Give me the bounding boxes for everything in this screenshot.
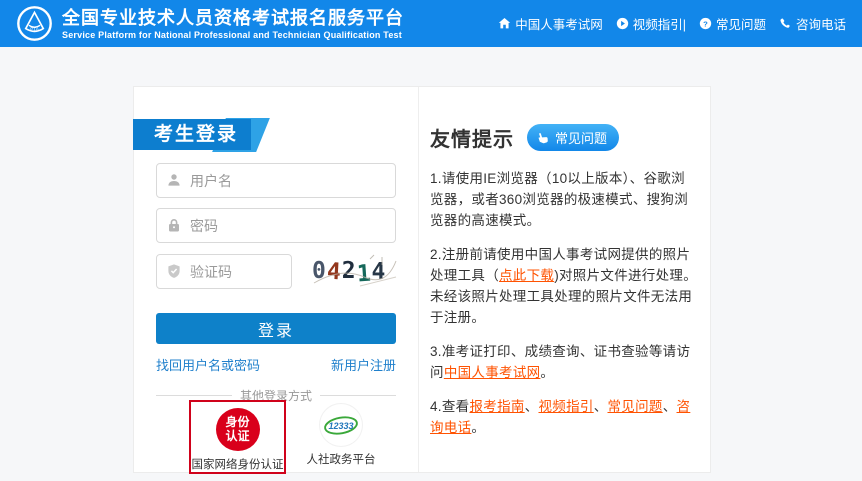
captcha-field-wrap	[156, 254, 292, 289]
tip-link[interactable]: 中国人事考试网	[444, 365, 541, 380]
method-label: 人社政务平台	[307, 451, 376, 467]
nav-item-video-guide[interactable]: 视频指引|	[616, 14, 686, 33]
header-nav: 中国人事考试网 视频指引| ? 常见问题 咨询电话	[498, 14, 846, 33]
platform-12333-icon: 12333	[320, 404, 362, 446]
password-input[interactable]	[156, 208, 396, 243]
faq-badge-button[interactable]: 常见问题	[527, 124, 619, 151]
brand: PTA 全国专业技术人员资格考试报名服务平台 Service Platform …	[16, 5, 404, 42]
username-field-wrap	[156, 163, 396, 198]
lock-icon	[166, 217, 182, 233]
tips-panel: 友情提示 常见问题 1.请使用IE浏览器（10以上版本）、谷歌浏览器，或者360…	[419, 87, 710, 472]
site-title: 全国专业技术人员资格考试报名服务平台	[62, 8, 404, 28]
forgot-credentials-link[interactable]: 找回用户名或密码	[156, 355, 260, 374]
captcha-code: 04214	[312, 253, 398, 289]
app-header: PTA 全国专业技术人员资格考试报名服务平台 Service Platform …	[0, 0, 862, 47]
main-card: 考生登录 04214	[133, 86, 711, 473]
tip-item: 3.准考证打印、成绩查询、证书查验等请访问中国人事考试网。	[430, 341, 698, 383]
tip-item: 4.查看报考指南、视频指引、常见问题、咨询电话。	[430, 396, 698, 438]
question-icon: ?	[699, 17, 712, 30]
tips-list: 1.请使用IE浏览器（10以上版本）、谷歌浏览器，或者360浏览器的极速模式、搜…	[430, 168, 698, 438]
identity-auth-icon: 身份认证	[216, 408, 260, 451]
login-panel: 考生登录 04214	[134, 87, 419, 472]
tip-link[interactable]: 常见问题	[608, 399, 663, 414]
play-icon	[616, 17, 629, 30]
tips-title: 友情提示	[430, 123, 514, 152]
tips-title-row: 友情提示 常见问题	[430, 123, 698, 152]
nav-item-hotline[interactable]: 咨询电话	[779, 14, 846, 33]
nav-item-faq[interactable]: ? 常见问题	[699, 14, 766, 33]
tip-link[interactable]: 视频指引	[538, 399, 593, 414]
tip-item: 2.注册前请使用中国人事考试网提供的照片处理工具（点此下载)对照片文件进行处理。…	[430, 244, 698, 328]
user-icon	[166, 172, 182, 188]
tip-link[interactable]: 报考指南	[469, 399, 524, 414]
login-panel-banner: 考生登录	[133, 119, 251, 150]
tip-link[interactable]: 点此下载	[499, 268, 554, 283]
method-national-id-auth[interactable]: 身份认证 国家网络身份认证	[189, 400, 286, 474]
home-icon	[498, 17, 511, 30]
username-input[interactable]	[156, 163, 396, 198]
site-subtitle: Service Platform for National Profession…	[62, 30, 404, 40]
phone-icon	[779, 17, 792, 30]
login-panel-title: 考生登录	[133, 119, 251, 150]
svg-text:12333: 12333	[328, 420, 353, 430]
method-label: 国家网络身份认证	[192, 456, 284, 472]
pta-logo-icon: PTA	[16, 5, 53, 42]
svg-text:?: ?	[703, 19, 708, 28]
captcha-image[interactable]: 04214	[312, 253, 398, 289]
brand-titles: 全国专业技术人员资格考试报名服务平台 Service Platform for …	[62, 8, 404, 40]
method-social-platform[interactable]: 12333 人社政务平台	[290, 404, 392, 467]
tip-item: 1.请使用IE浏览器（10以上版本）、谷歌浏览器，或者360浏览器的极速模式、搜…	[430, 168, 698, 231]
nav-item-cpta-site[interactable]: 中国人事考试网	[498, 14, 603, 33]
password-field-wrap	[156, 208, 396, 243]
pointing-hand-icon	[536, 131, 550, 145]
svg-text:PTA: PTA	[30, 26, 40, 31]
new-user-register-link[interactable]: 新用户注册	[331, 355, 396, 374]
login-links-row: 找回用户名或密码 新用户注册	[156, 355, 396, 374]
shield-check-icon	[166, 263, 182, 279]
login-button[interactable]: 登录	[156, 313, 396, 344]
